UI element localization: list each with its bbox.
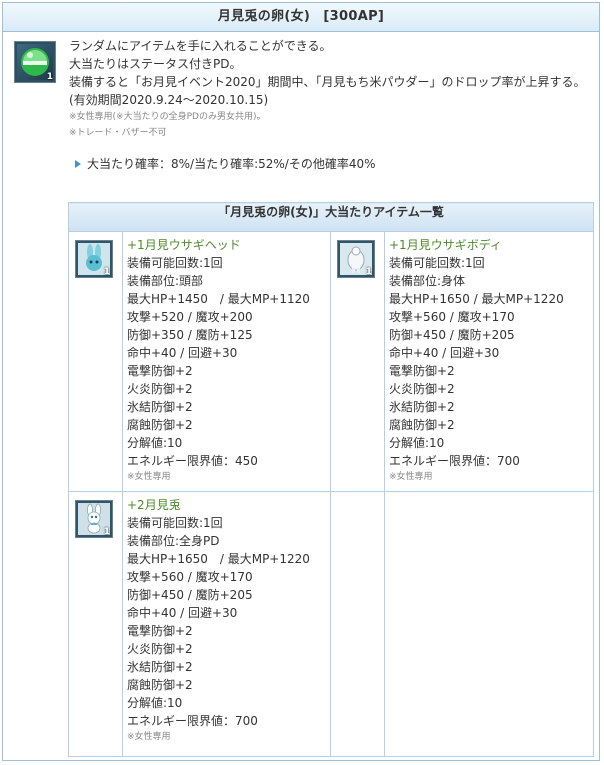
item-icon-cell: 1 <box>330 231 385 492</box>
empty-cell <box>330 491 385 757</box>
stat-line: 腐蝕防御+2 <box>389 418 455 432</box>
stat-line: 攻撃+560 / 魔攻+170 <box>389 310 515 324</box>
stat-line: 氷結防御+2 <box>127 400 193 414</box>
stat-line: 氷結防御+2 <box>127 660 193 674</box>
egg-item-icon: 1 <box>14 41 56 83</box>
item-quantity: 1 <box>103 267 110 277</box>
item-stats-cell: +1月見ウサギヘッド 装備可能回数:1回 装備部位:頭部 最大HP+1450 /… <box>122 231 331 492</box>
stat-line: 装備可能回数:1回 <box>127 516 223 530</box>
drop-rates-text: 大当たり確率：8%/当たり確率:52%/その他確率40% <box>87 157 376 171</box>
stat-line: 火炎防御+2 <box>127 642 193 656</box>
description-note: ※トレード・バザー不可 <box>69 128 167 138</box>
stat-line: 氷結防御+2 <box>389 400 455 414</box>
stat-line: 最大HP+1650 / 最大MP+1220 <box>127 552 310 566</box>
item-name: +1月見ウサギボディ <box>389 238 502 252</box>
item-stats-cell: +1月見ウサギボディ 装備可能回数:1回 装備部位:身体 最大HP+1650 /… <box>383 231 595 492</box>
stat-line: 攻撃+560 / 魔攻+170 <box>127 570 253 584</box>
stat-line: 装備可能回数:1回 <box>389 256 485 270</box>
description-line: ランダムにアイテムを手に入れることができる。 <box>69 39 332 53</box>
table-title: 「月見兎の卵(女)」大当たりアイテム一覧 <box>67 202 595 232</box>
item-icon-cell: 1 <box>68 231 123 492</box>
item-name: +1月見ウサギヘッド <box>127 238 241 252</box>
description-line: (有効期間2020.9.24～2020.10.15) <box>69 93 269 107</box>
bunny-body-icon: 1 <box>337 240 375 278</box>
stat-line: 最大HP+1450 / 最大MP+1120 <box>127 292 310 306</box>
description-line: 大当たりはステータス付きPD。 <box>69 57 242 71</box>
item-name: +2月見兎 <box>127 498 181 512</box>
jackpot-item-table: 「月見兎の卵(女)」大当たりアイテム一覧 1 +1月見ウサギヘッド 装備可能回数… <box>67 202 595 757</box>
drop-rates: 大当たり確率：8%/当たり確率:52%/その他確率40% <box>75 155 376 172</box>
bunny-head-icon: 1 <box>75 240 113 278</box>
stat-line: エネルギー限界値：450 <box>127 454 258 468</box>
panel-title: 月見兎の卵(女) [300AP] <box>3 3 599 32</box>
stat-line: 防御+450 / 魔防+205 <box>127 588 253 602</box>
stat-line: 腐蝕防御+2 <box>127 678 193 692</box>
stat-line: エネルギー限界値：700 <box>389 454 520 468</box>
stat-line: 電撃防御+2 <box>127 624 193 638</box>
item-icon-cell: 1 <box>68 491 123 757</box>
item-description: ランダムにアイテムを手に入れることができる。 大当たりはステータス付きPD。 装… <box>69 37 595 141</box>
stat-line: 分解値:10 <box>127 436 183 450</box>
stat-line: 分解値:10 <box>389 436 445 450</box>
stat-line: 命中+40 / 回避+30 <box>389 346 500 360</box>
stat-line: 装備部位:全身PD <box>127 534 220 548</box>
stat-line: 防御+350 / 魔防+125 <box>127 328 253 342</box>
description-line: 装備すると「お月見イベント2020」期間中、「月見もち米パウダー」のドロップ率が… <box>69 75 586 89</box>
stat-line: 火炎防御+2 <box>127 382 193 396</box>
stat-line: 電撃防御+2 <box>127 364 193 378</box>
stat-line: 防御+450 / 魔防+205 <box>389 328 515 342</box>
stat-line: 装備部位:頭部 <box>127 274 204 288</box>
stat-line: 火炎防御+2 <box>389 382 455 396</box>
item-stats-cell: +2月見兎 装備可能回数:1回 装備部位:全身PD 最大HP+1650 / 最大… <box>122 491 331 757</box>
bunny-costume-icon: 1 <box>75 500 113 538</box>
description-note: ※女性専用(※大当たりの全身PDのみ男女共用)。 <box>69 112 266 122</box>
stat-line: 電撃防御+2 <box>389 364 455 378</box>
stat-line: 最大HP+1650 / 最大MP+1220 <box>389 292 564 306</box>
stat-line: 攻撃+520 / 魔攻+200 <box>127 310 253 324</box>
stat-line: 装備部位:身体 <box>389 274 466 288</box>
stat-line: 命中+40 / 回避+30 <box>127 606 238 620</box>
item-quantity: 1 <box>46 72 53 82</box>
stat-line: エネルギー限界値：700 <box>127 714 258 728</box>
empty-cell <box>383 491 595 757</box>
item-quantity: 1 <box>365 267 372 277</box>
stat-line: 命中+40 / 回避+30 <box>127 346 238 360</box>
item-quantity: 1 <box>103 527 110 537</box>
item-note: ※女性専用 <box>127 732 171 742</box>
stat-line: 装備可能回数:1回 <box>127 256 223 270</box>
stat-line: 腐蝕防御+2 <box>127 418 193 432</box>
item-note: ※女性専用 <box>127 472 171 482</box>
item-note: ※女性専用 <box>389 472 433 482</box>
stat-line: 分解値:10 <box>127 696 183 710</box>
bullet-triangle-icon <box>75 159 81 168</box>
